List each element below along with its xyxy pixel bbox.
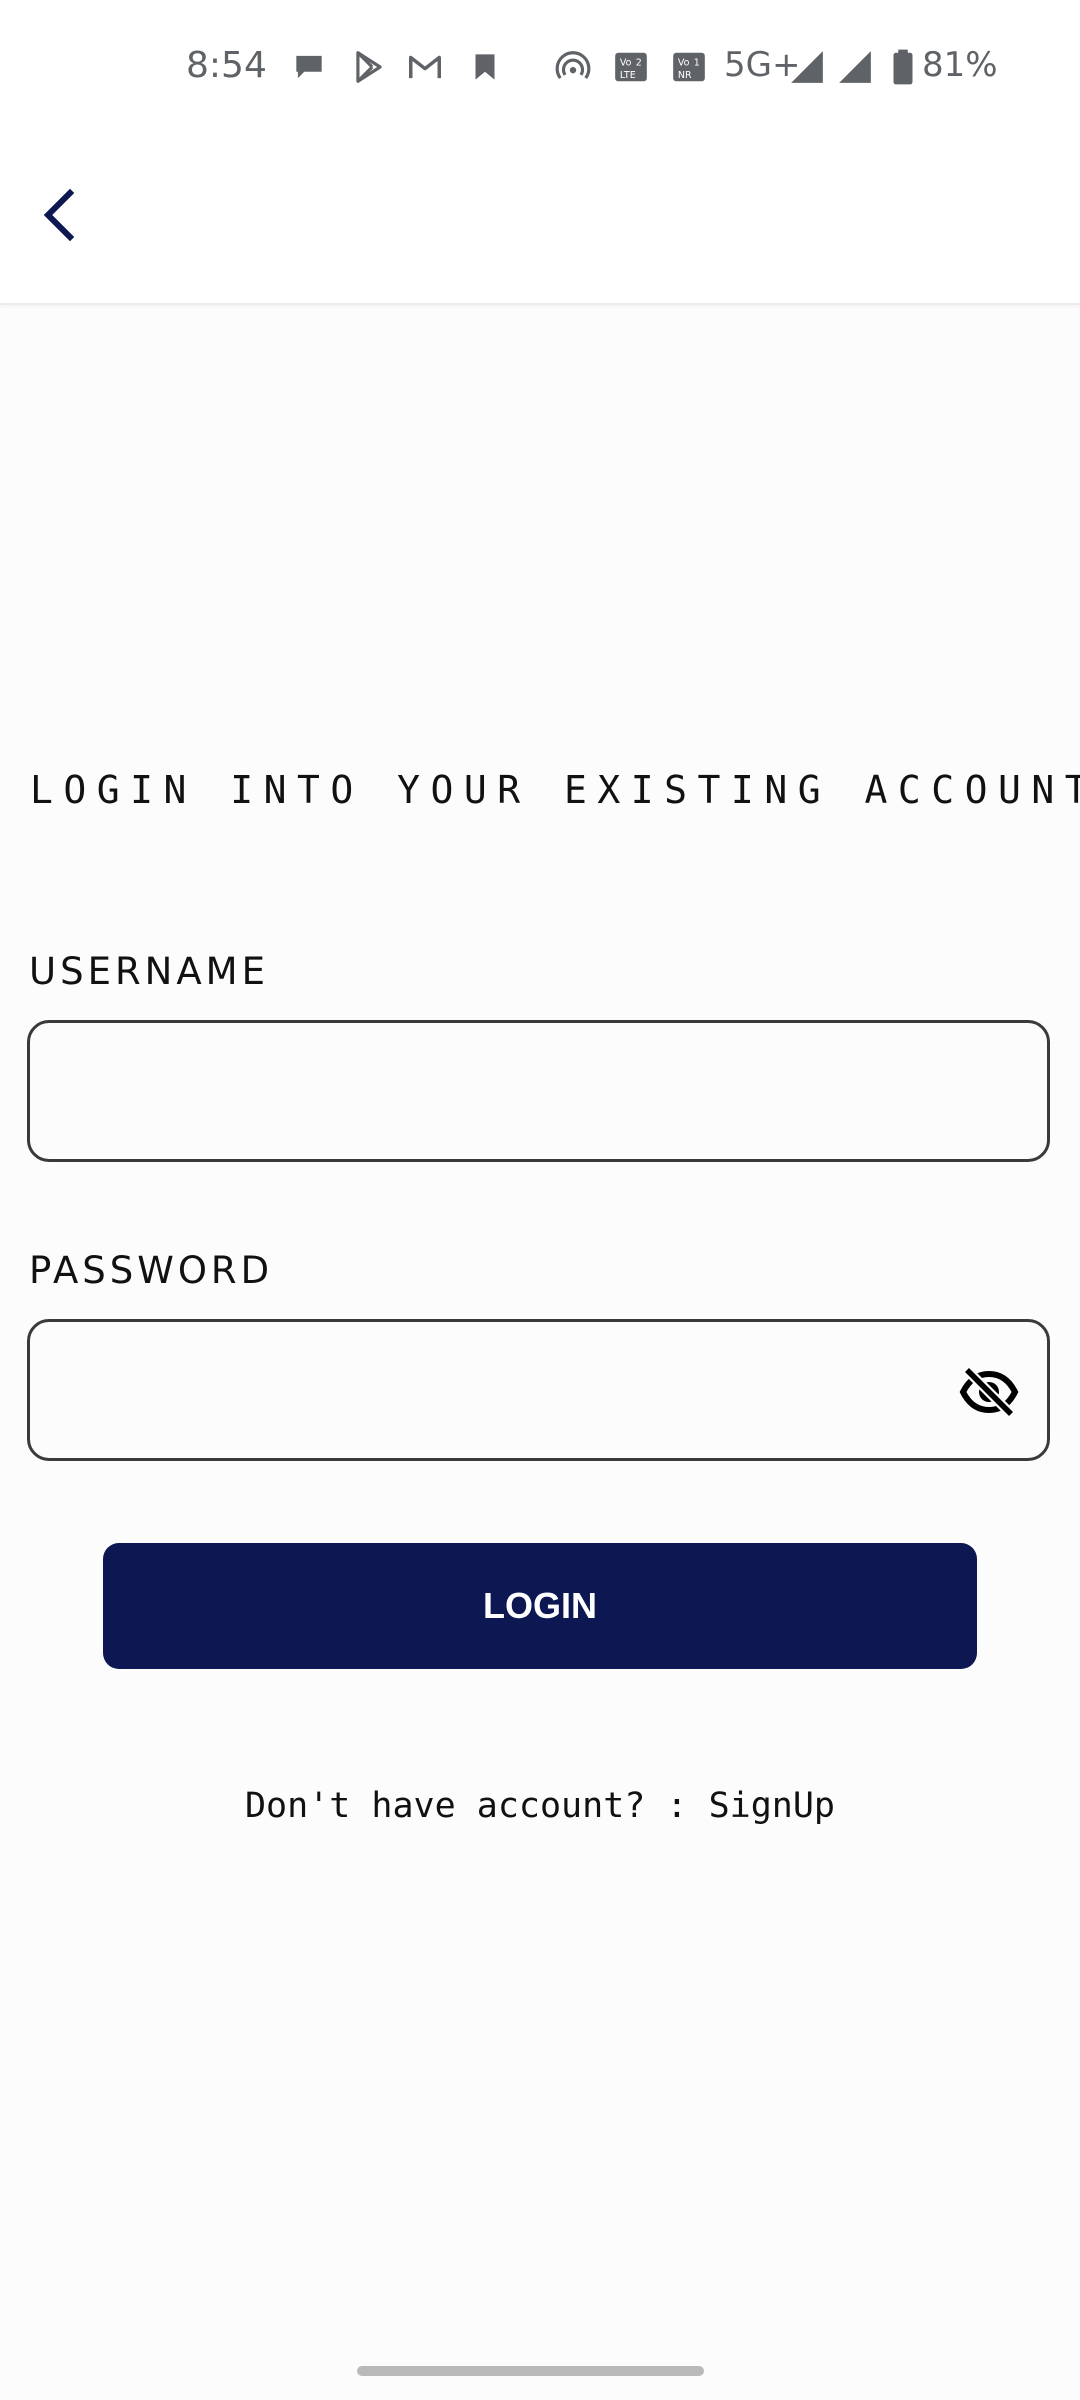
signup-row: Don't have account? : SignUp — [0, 1786, 1080, 1826]
back-button[interactable] — [20, 175, 100, 255]
svg-text:1: 1 — [694, 57, 700, 68]
play-store-icon — [350, 48, 388, 86]
chevron-left-icon — [43, 188, 75, 242]
username-input[interactable] — [54, 1023, 935, 1161]
svg-text:Vo: Vo — [620, 57, 632, 68]
volte-lte-icon: Vo 2 LTE — [612, 48, 650, 86]
bookmark-icon — [466, 48, 504, 86]
battery-icon — [884, 48, 922, 86]
gmail-icon — [406, 48, 444, 86]
battery-percent: 81% — [922, 45, 998, 85]
chat-bubble-icon — [290, 48, 328, 86]
page-title: LOGIN INTO YOUR EXISTING ACCOUNT — [30, 768, 1080, 812]
signal-icon — [836, 48, 874, 86]
svg-text:LTE: LTE — [620, 70, 636, 81]
username-field[interactable] — [27, 1020, 1050, 1162]
signup-link[interactable]: SignUp — [709, 1786, 835, 1826]
app-bar — [0, 135, 1080, 305]
hotspot-icon — [554, 48, 592, 86]
eye-off-icon — [959, 1366, 1019, 1418]
signup-prompt: Don't have account? : — [244, 1786, 709, 1826]
password-field[interactable] — [27, 1319, 1050, 1461]
username-label: USERNAME — [29, 950, 269, 993]
login-button[interactable]: LOGIN — [103, 1543, 977, 1669]
vonr-icon: Vo 1 NR — [670, 48, 708, 86]
svg-text:Vo: Vo — [678, 57, 690, 68]
password-input[interactable] — [54, 1322, 935, 1460]
password-visibility-toggle[interactable] — [959, 1364, 1019, 1420]
home-indicator[interactable] — [357, 2366, 704, 2376]
svg-text:NR: NR — [678, 70, 692, 81]
svg-text:2: 2 — [636, 57, 642, 68]
password-label: PASSWORD — [29, 1249, 274, 1292]
status-time: 8:54 — [186, 45, 267, 86]
signal-icon — [788, 48, 826, 86]
status-bar: 8:54 Vo 2 LTE Vo 1 NR 5G+ 81% — [0, 0, 1080, 135]
